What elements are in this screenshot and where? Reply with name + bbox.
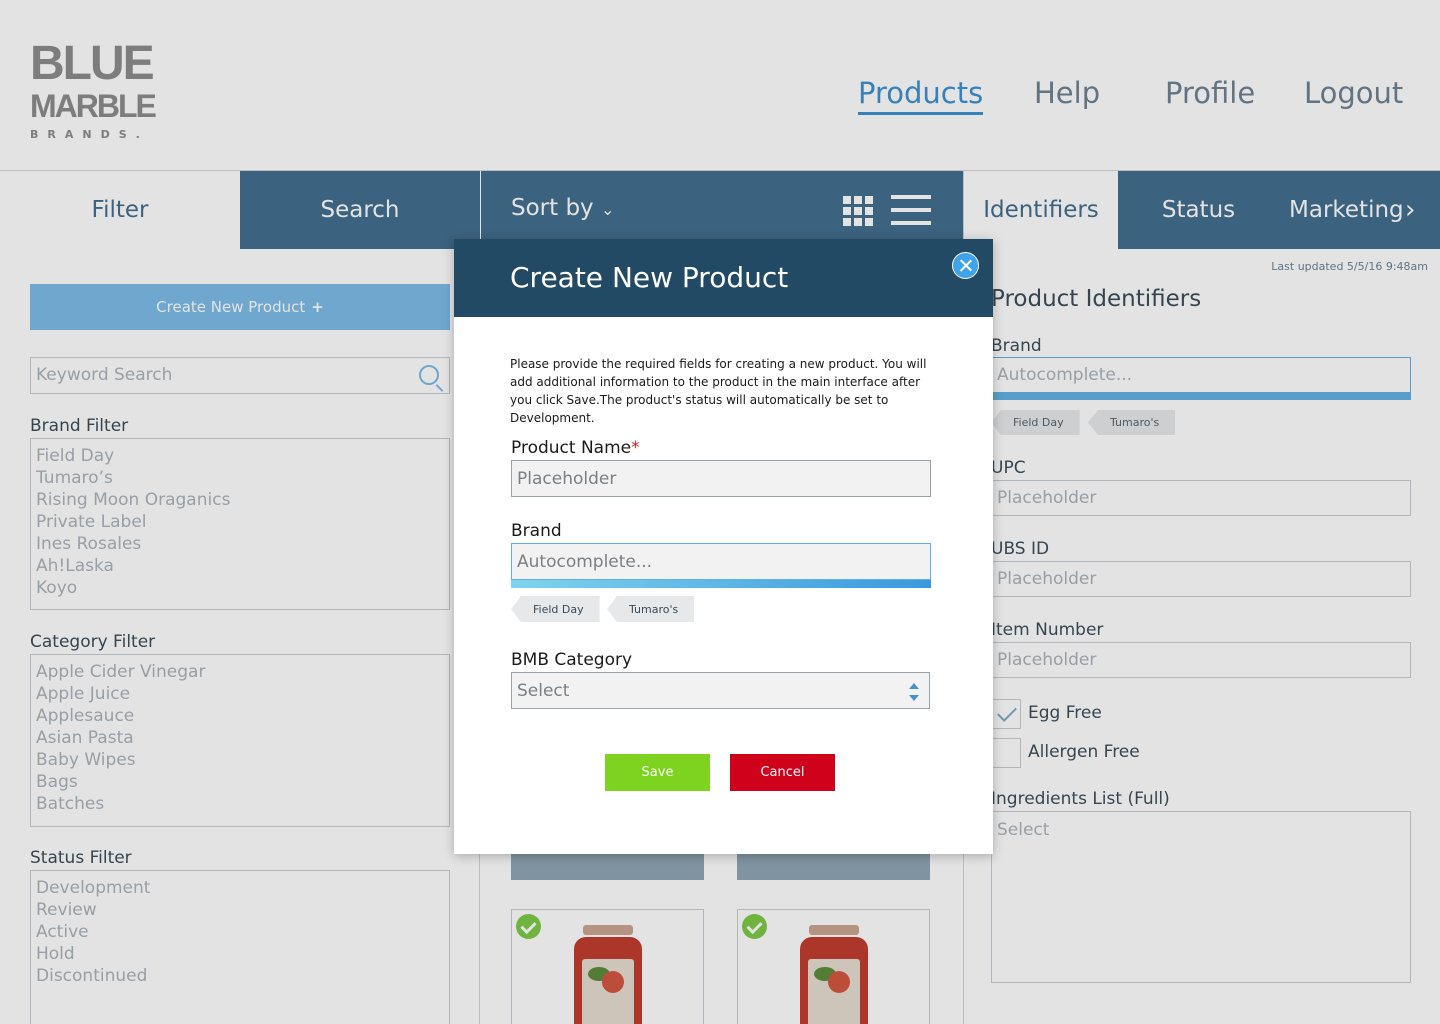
modal-header: Create New Product: [454, 239, 993, 317]
close-icon[interactable]: [952, 252, 979, 279]
modal-intro-text: Please provide the required fields for c…: [510, 357, 927, 425]
create-product-modal: Create New Product Please provide the re…: [454, 239, 993, 854]
bmb-category-select[interactable]: Select: [511, 672, 930, 709]
required-mark: *: [631, 438, 640, 458]
brand-autocomplete-input[interactable]: Autocomplete...: [511, 543, 931, 580]
brand-chip[interactable]: Tumaro's: [607, 596, 695, 622]
cancel-button[interactable]: Cancel: [730, 754, 835, 791]
bmb-category-value: Select: [517, 681, 570, 701]
modal-title: Create New Product: [510, 261, 789, 294]
select-arrows-icon: [909, 683, 919, 701]
product-name-input[interactable]: Placeholder: [511, 460, 931, 497]
product-name-label: Product Name*: [511, 438, 640, 458]
brand-chip[interactable]: Field Day: [511, 596, 600, 622]
brand-label: Brand: [511, 521, 562, 541]
autocomplete-bar: [511, 580, 931, 588]
product-name-label-text: Product Name: [511, 438, 632, 458]
save-button[interactable]: Save: [605, 754, 710, 791]
bmb-category-label: BMB Category: [511, 650, 633, 670]
